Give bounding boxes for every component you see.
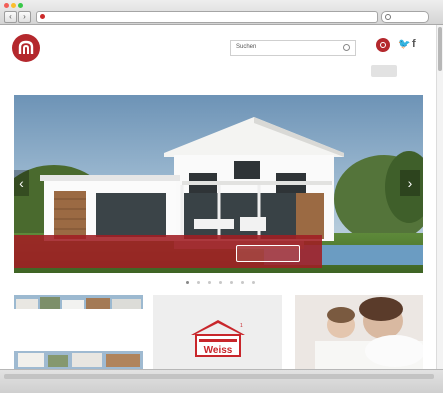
zoom-window-icon[interactable]: [18, 3, 23, 8]
browser-status-bar: [0, 369, 443, 393]
teaser-card-catalog[interactable]: [14, 295, 143, 369]
address-bar[interactable]: [36, 11, 378, 23]
teaser-card-partner[interactable]: Weiss 1: [153, 295, 282, 369]
horizontal-scrollbar[interactable]: [4, 374, 434, 379]
site-favicon-icon: [40, 14, 45, 19]
weiss-logo-text: Weiss: [204, 345, 233, 356]
search-icon: [385, 14, 391, 20]
close-window-icon[interactable]: [4, 3, 9, 8]
browser-search-field[interactable]: [381, 11, 429, 23]
slider-dot[interactable]: [197, 281, 200, 284]
browser-toolbar: ‹ ›: [0, 0, 443, 25]
family-photo-image: [295, 295, 423, 369]
slider-dot[interactable]: [219, 281, 222, 284]
teaser-card-family[interactable]: [295, 295, 423, 369]
minimize-window-icon[interactable]: [11, 3, 16, 8]
site-search-value: Suchen: [236, 44, 257, 50]
weiss-logo-number: 1: [240, 323, 243, 329]
scrollbar-thumb[interactable]: [438, 27, 442, 71]
back-button[interactable]: ‹: [4, 11, 17, 23]
twitter-icon[interactable]: 🐦: [398, 39, 410, 50]
site-logo-icon[interactable]: [12, 34, 40, 62]
weiss-logo-icon: Weiss 1: [191, 320, 245, 357]
slider-next-button[interactable]: ›: [400, 170, 420, 196]
slider-dot[interactable]: [208, 281, 211, 284]
web-page: Suchen 🐦 f ‹ › Weiss 1: [0, 25, 436, 369]
header-links: [52, 42, 68, 48]
site-search-input[interactable]: Suchen: [230, 40, 356, 56]
slider-dot[interactable]: [186, 281, 189, 284]
facebook-icon[interactable]: f: [412, 38, 416, 50]
slider-dot[interactable]: [230, 281, 233, 284]
account-icon[interactable]: [376, 38, 390, 52]
hero-cta-button[interactable]: [236, 245, 300, 262]
slider-dot[interactable]: [252, 281, 255, 284]
slider-dot[interactable]: [241, 281, 244, 284]
slider-prev-button[interactable]: ‹: [14, 170, 29, 196]
forward-button[interactable]: ›: [18, 11, 31, 23]
nav-active-highlight: [371, 65, 397, 77]
catalog-thumbnails-image: [14, 295, 143, 369]
vertical-scrollbar[interactable]: [436, 25, 443, 369]
search-icon[interactable]: [343, 44, 350, 51]
hero-caption: [14, 235, 322, 268]
